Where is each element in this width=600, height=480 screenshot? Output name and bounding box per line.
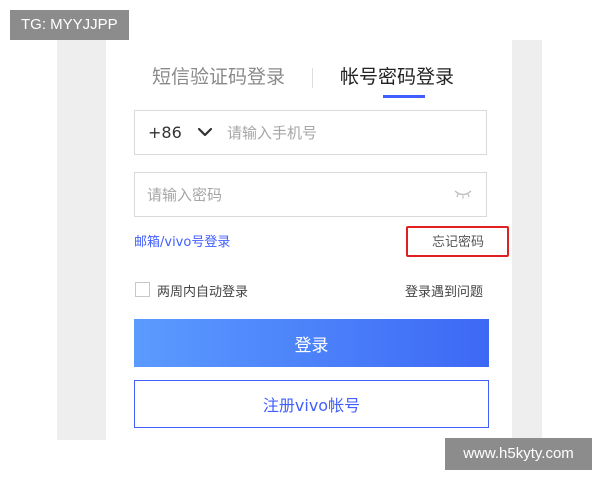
email-vivo-login-link[interactable]: 邮箱/vivo号登录 <box>134 231 230 250</box>
forgot-password-highlight <box>406 226 509 257</box>
login-problem-link[interactable]: 登录遇到问题 <box>405 281 483 300</box>
phone-field: +86 <box>134 110 487 155</box>
watermark-tg: TG: MYYJJPP <box>10 10 129 40</box>
tab-sms-login[interactable]: 短信验证码登录 <box>152 64 285 90</box>
watermark-url: www.h5kyty.com <box>445 438 592 470</box>
active-tab-indicator <box>383 95 425 98</box>
tab-password-login[interactable]: 帐号密码登录 <box>340 64 454 90</box>
login-tabs: 短信验证码登录 帐号密码登录 <box>106 40 512 100</box>
login-button[interactable]: 登录 <box>134 319 489 367</box>
login-panel: 短信验证码登录 帐号密码登录 +86 邮箱/vivo号登录 忘记密码 两周内自动… <box>106 40 512 440</box>
eye-closed-icon[interactable] <box>453 187 473 201</box>
password-input[interactable] <box>147 184 447 206</box>
country-code-select[interactable]: +86 <box>148 122 182 144</box>
tab-divider <box>312 68 313 88</box>
phone-input[interactable] <box>227 122 477 144</box>
auto-login-label: 两周内自动登录 <box>157 285 249 300</box>
auto-login-checkbox[interactable] <box>135 282 150 297</box>
password-field <box>134 172 487 217</box>
chevron-down-icon[interactable] <box>195 121 215 143</box>
register-button[interactable]: 注册vivo帐号 <box>134 380 489 428</box>
